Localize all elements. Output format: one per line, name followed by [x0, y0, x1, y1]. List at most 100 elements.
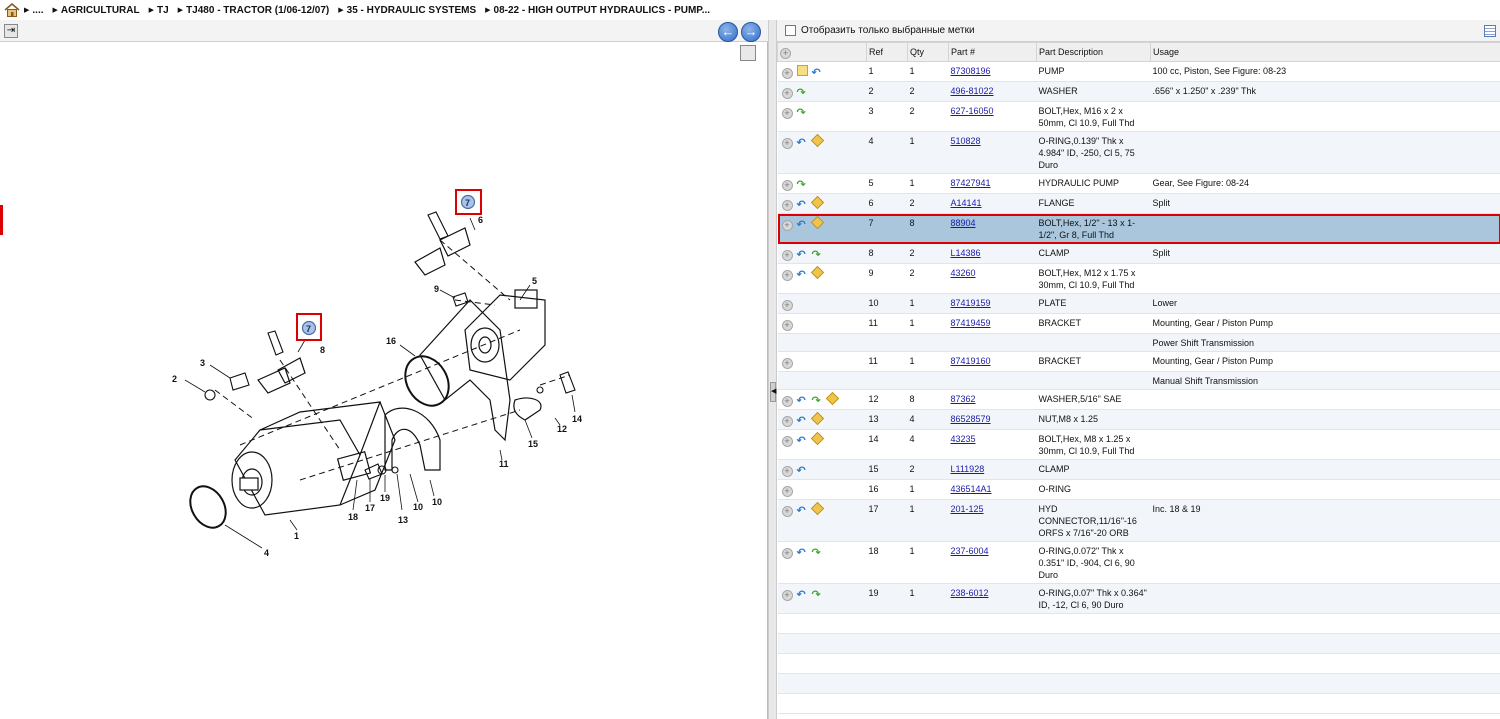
show-selected-only-label[interactable]: Отобразить только выбранные метки — [801, 25, 975, 36]
diagram-label[interactable]: 5 — [532, 276, 537, 286]
part-number-link[interactable]: 237-6004 — [951, 546, 989, 556]
forward-arrow-icon[interactable]: ↷ — [812, 396, 823, 407]
return-arrow-icon[interactable]: ↶ — [797, 506, 808, 517]
export-icon[interactable]: ⇥ — [4, 24, 18, 38]
return-arrow-icon[interactable]: ↶ — [797, 436, 808, 447]
table-row[interactable]: + ↶ ↷ 18 1 237-6004 O-RING,0.072" Thk x 0.351"… — [777, 541, 1500, 584]
diagram-label[interactable]: 13 — [398, 515, 408, 525]
diagram-label[interactable]: 3 — [200, 358, 205, 368]
table-row[interactable]: + ↶ 9 2 43260 BOLT,Hex, M12 x 1.75 x 30mm, Cl… — [777, 263, 1500, 294]
breadcrumb-item[interactable]: .... — [24, 5, 43, 16]
expand-icon[interactable]: + — [781, 300, 793, 311]
expand-icon[interactable]: + — [781, 220, 793, 231]
forward-arrow-icon[interactable]: ↷ — [797, 88, 808, 99]
package-icon[interactable] — [825, 391, 839, 406]
breadcrumb-item[interactable]: 08-22 - HIGH OUTPUT HYDRAULICS - PUMP... — [485, 5, 711, 16]
callout-7-top[interactable]: 7 — [455, 189, 482, 215]
expand-icon[interactable]: + — [781, 506, 793, 517]
table-row[interactable]: + ↶ ↷ 8 2 L14386 CLAMP Split — [777, 243, 1500, 264]
diagram-label[interactable]: 1 — [294, 531, 299, 541]
breadcrumb-item[interactable]: TJ480 - TRACTOR (1/06-12/07) — [178, 5, 329, 16]
package-icon[interactable] — [810, 195, 824, 210]
part-number-link[interactable]: 201-125 — [951, 504, 984, 514]
diagram-label[interactable]: 10 — [432, 497, 442, 507]
part-number-link[interactable]: 88904 — [951, 218, 976, 228]
table-row[interactable]: + ↶ 6 2 A14141 FLANGE Split — [777, 193, 1500, 214]
expand-all-header[interactable]: + — [777, 42, 867, 62]
part-number-link[interactable]: L111928 — [951, 464, 985, 474]
table-row[interactable]: + ↶ 15 2 L111928 CLAMP — [777, 459, 1500, 480]
breadcrumb-item[interactable]: AGRICULTURAL — [53, 5, 140, 16]
return-arrow-icon[interactable]: ↶ — [797, 416, 808, 427]
table-row[interactable]: + ↷ 3 2 627-16050 BOLT,Hex, M16 x 2 x 50mm, C… — [777, 101, 1500, 132]
part-number-link[interactable]: 86528579 — [951, 414, 991, 424]
grid-view-icon[interactable] — [1484, 25, 1496, 37]
back-button[interactable]: ← — [718, 22, 738, 42]
diagram-label[interactable]: 18 — [348, 512, 358, 522]
expand-icon[interactable]: + — [781, 466, 793, 477]
col-qty[interactable]: Qty — [907, 42, 949, 62]
part-number-link[interactable]: 87427941 — [951, 178, 991, 188]
return-arrow-icon[interactable]: ↶ — [812, 68, 823, 79]
part-number-link[interactable]: 43235 — [951, 434, 976, 444]
table-row[interactable]: + ↶ ↷ 12 8 87362 WASHER,5/16" SAE — [777, 389, 1500, 410]
return-arrow-icon[interactable]: ↶ — [797, 590, 808, 601]
col-usage[interactable]: Usage — [1150, 42, 1500, 62]
expand-icon[interactable]: + — [781, 358, 793, 369]
table-row[interactable]: + ↶ ↷ 19 1 238-6012 O-RING,0.07" Thk x 0.364" … — [777, 583, 1500, 614]
diagram-label[interactable]: 16 — [386, 336, 396, 346]
home-icon[interactable] — [4, 3, 20, 17]
pane-splitter[interactable]: ◀ — [768, 20, 777, 719]
diagram-label[interactable]: 12 — [557, 424, 567, 434]
part-number-link[interactable]: 436514A1 — [951, 484, 992, 494]
forward-arrow-icon[interactable]: ↷ — [797, 108, 808, 119]
diagram-label[interactable]: 15 — [528, 439, 538, 449]
part-number-link[interactable]: 43260 — [951, 268, 976, 278]
table-row[interactable]: Power Shift Transmission — [777, 333, 1500, 352]
table-row[interactable]: Manual Shift Transmission — [777, 371, 1500, 390]
diagram-label[interactable]: 11 — [499, 459, 509, 469]
expand-icon[interactable]: + — [781, 88, 793, 99]
diagram-label[interactable]: 9 — [434, 284, 439, 294]
table-row[interactable]: +11 1 87419459 BRACKET Mounting, Gear / Pist… — [777, 313, 1500, 334]
part-number-link[interactable]: 87419159 — [951, 298, 991, 308]
expand-icon[interactable]: + — [781, 416, 793, 427]
return-arrow-icon[interactable]: ↶ — [797, 250, 808, 261]
collapse-handle-icon[interactable]: ◀ — [770, 382, 776, 402]
expand-icon[interactable]: + — [781, 548, 793, 559]
expand-icon[interactable]: + — [781, 108, 793, 119]
return-arrow-icon[interactable]: ↶ — [797, 548, 808, 559]
diagram-label[interactable]: 2 — [172, 374, 177, 384]
table-row[interactable]: +10 1 87419159 PLATE Lower — [777, 293, 1500, 314]
callout-7-bottom[interactable]: 7 — [296, 313, 322, 341]
return-arrow-icon[interactable]: ↶ — [797, 200, 808, 211]
expand-icon[interactable]: + — [781, 590, 793, 601]
diagram-label[interactable]: 10 — [413, 502, 423, 512]
table-row[interactable]: + ↶ 17 1 201-125 HYD CONNECTOR,11/16"-16 ORFS… — [777, 499, 1500, 542]
expand-icon[interactable]: + — [781, 396, 793, 407]
show-selected-only-checkbox[interactable] — [785, 25, 796, 36]
package-icon[interactable] — [810, 431, 824, 446]
package-icon[interactable] — [810, 133, 824, 148]
package-icon[interactable] — [810, 501, 824, 516]
diagram-label[interactable]: 19 — [380, 493, 390, 503]
package-icon[interactable] — [810, 265, 824, 280]
diagram-label[interactable]: 8 — [320, 345, 325, 355]
part-number-link[interactable]: 87308196 — [951, 66, 991, 76]
part-number-link[interactable]: 238-6012 — [951, 588, 989, 598]
package-icon[interactable] — [810, 215, 824, 230]
table-row[interactable]: + ↷ 5 1 87427941 HYDRAULIC PUMP Gear, See Figu… — [777, 173, 1500, 194]
exploded-diagram[interactable]: 1 2 3 4 5 6 8 9 10 11 12 13 14 15 16 17 … — [0, 42, 768, 719]
diagram-label[interactable]: 14 — [572, 414, 582, 424]
part-number-link[interactable]: 87419160 — [951, 356, 991, 366]
expand-all-icon[interactable]: + — [780, 47, 791, 59]
expand-icon[interactable]: + — [781, 270, 793, 281]
forward-arrow-icon[interactable]: ↷ — [812, 590, 823, 601]
expand-icon[interactable]: + — [781, 250, 793, 261]
part-number-link[interactable]: 627-16050 — [951, 106, 994, 116]
part-number-link[interactable]: L14386 — [951, 248, 981, 258]
breadcrumb-item[interactable]: 35 - HYDRAULIC SYSTEMS — [338, 5, 476, 16]
diagram-label[interactable]: 4 — [264, 548, 269, 558]
forward-arrow-icon[interactable]: ↷ — [812, 548, 823, 559]
forward-arrow-icon[interactable]: ↷ — [812, 250, 823, 261]
